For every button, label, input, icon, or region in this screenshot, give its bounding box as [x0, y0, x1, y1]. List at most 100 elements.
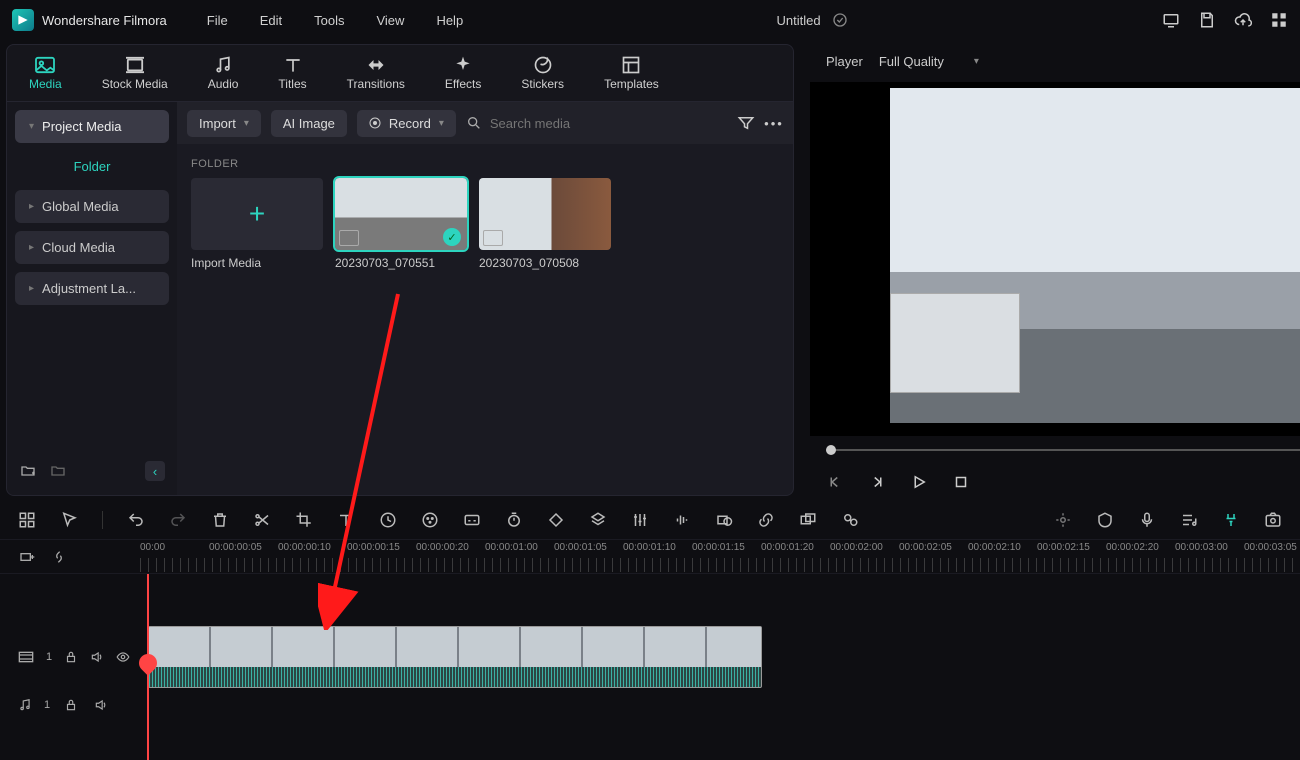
chevron-down-icon: ▾ — [439, 118, 444, 129]
audio-adjust-icon[interactable] — [673, 511, 691, 529]
text-icon[interactable] — [337, 511, 355, 529]
tab-stock-media[interactable]: Stock Media — [92, 53, 178, 93]
doc-status-icon[interactable] — [831, 11, 849, 29]
folder-icon[interactable] — [49, 462, 67, 480]
new-folder-icon[interactable] — [19, 462, 37, 480]
group-icon[interactable] — [799, 511, 817, 529]
separator — [102, 511, 103, 529]
media-thumb-1[interactable]: ✓ 20230703_070551 — [335, 178, 467, 270]
undo-icon[interactable] — [127, 511, 145, 529]
tab-transitions[interactable]: Transitions — [337, 53, 415, 93]
import-media-tile[interactable]: + Import Media — [191, 178, 323, 270]
keyframe-icon[interactable] — [547, 511, 565, 529]
ruler-tick-label: 00:00:02:05 — [899, 542, 968, 553]
layout-icon[interactable] — [18, 511, 36, 529]
bookmark-icon[interactable] — [1096, 511, 1114, 529]
adjust-icon[interactable] — [631, 511, 649, 529]
apps-grid-icon[interactable] — [1270, 11, 1288, 29]
caption-icon[interactable] — [463, 511, 481, 529]
sidebar-adjustment-layer[interactable]: ▸ Adjustment La... — [15, 272, 169, 305]
media-thumb-2[interactable]: 20230703_070508 — [479, 178, 611, 270]
menu-view[interactable]: View — [376, 13, 404, 28]
track-mute-icon[interactable] — [92, 696, 110, 714]
thumb-box[interactable]: ✓ — [335, 178, 467, 250]
thumb-box[interactable] — [479, 178, 611, 250]
menu-file[interactable]: File — [207, 13, 228, 28]
filter-icon[interactable] — [737, 114, 755, 132]
green-screen-icon[interactable] — [589, 511, 607, 529]
ai-image-button[interactable]: AI Image — [271, 110, 347, 137]
audio-track-body[interactable] — [140, 690, 1300, 720]
delete-icon[interactable] — [211, 511, 229, 529]
search-wrap — [466, 115, 727, 131]
track-visibility-icon[interactable] — [116, 648, 130, 666]
tab-titles[interactable]: Titles — [268, 53, 316, 93]
track-add-icon[interactable] — [18, 548, 36, 566]
redo-icon[interactable] — [169, 511, 187, 529]
marker-icon[interactable] — [1054, 511, 1072, 529]
track-lock-icon[interactable] — [62, 696, 80, 714]
sidebar-global-media[interactable]: ▸ Global Media — [15, 190, 169, 223]
ai-tools-icon[interactable] — [841, 511, 859, 529]
link-icon[interactable] — [757, 511, 775, 529]
upload-cloud-icon[interactable] — [1234, 11, 1252, 29]
track-lock-icon[interactable] — [64, 648, 78, 666]
stop-button[interactable] — [952, 473, 970, 491]
ruler-tick-label: 00:00:01:10 — [623, 542, 692, 553]
chevron-right-icon: ▸ — [29, 201, 34, 212]
timeline-clip[interactable] — [148, 626, 762, 688]
app-logo-icon — [12, 9, 34, 31]
next-frame-button[interactable] — [868, 473, 886, 491]
music-list-icon[interactable] — [1180, 511, 1198, 529]
menubar: File Edit Tools View Help — [207, 13, 463, 28]
play-button[interactable] — [910, 473, 928, 491]
menu-edit[interactable]: Edit — [260, 13, 282, 28]
more-icon[interactable]: ••• — [765, 114, 783, 132]
color-icon[interactable] — [421, 511, 439, 529]
sidebar-folder[interactable]: Folder — [15, 151, 169, 182]
magnet-icon[interactable] — [50, 548, 68, 566]
scrub-head[interactable] — [826, 445, 836, 455]
import-dropdown[interactable]: Import ▾ — [187, 110, 261, 137]
timer-icon[interactable] — [505, 511, 523, 529]
collapse-sidebar-button[interactable]: ‹ — [145, 461, 165, 481]
sidebar-project-media[interactable]: ▾ Project Media — [15, 110, 169, 143]
playhead[interactable] — [147, 574, 149, 760]
clip-thumbnails — [149, 627, 761, 667]
prev-frame-button[interactable] — [826, 473, 844, 491]
menu-help[interactable]: Help — [436, 13, 463, 28]
snapshot-icon[interactable] — [1264, 511, 1282, 529]
render-icon[interactable] — [1222, 511, 1240, 529]
video-track-body[interactable] — [140, 624, 1300, 690]
import-box[interactable]: + — [191, 178, 323, 250]
mask-icon[interactable] — [715, 511, 733, 529]
document-title[interactable]: Untitled — [777, 13, 821, 28]
record-dropdown[interactable]: Record ▾ — [357, 110, 456, 137]
mic-icon[interactable] — [1138, 511, 1156, 529]
quality-dropdown[interactable]: Full Quality ▾ — [879, 54, 979, 69]
tab-audio[interactable]: Audio — [198, 53, 249, 93]
crop-icon[interactable] — [295, 511, 313, 529]
search-icon[interactable] — [466, 115, 482, 131]
timeline-ruler[interactable]: 00:0000:00:00:0500:00:00:1000:00:00:1500… — [140, 540, 1300, 574]
split-icon[interactable] — [253, 511, 271, 529]
workarea: ▾ Project Media Folder ▸ Global Media ▸ … — [6, 102, 794, 496]
tab-templates[interactable]: Templates — [594, 53, 669, 93]
tab-media[interactable]: Media — [19, 53, 72, 93]
preview-canvas[interactable] — [810, 82, 1300, 436]
ruler-tick-label: 00:00:00:05 — [209, 542, 278, 553]
screen-icon[interactable] — [1162, 11, 1180, 29]
menu-tools[interactable]: Tools — [314, 13, 344, 28]
sidebar-cloud-media[interactable]: ▸ Cloud Media — [15, 231, 169, 264]
chevron-right-icon: ▸ — [29, 242, 34, 253]
tab-stickers[interactable]: Stickers — [511, 53, 574, 93]
save-icon[interactable] — [1198, 11, 1216, 29]
audio-track-row: 1 — [0, 690, 1300, 720]
cursor-icon[interactable] — [60, 511, 78, 529]
tab-effects[interactable]: Effects — [435, 53, 491, 93]
speed-icon[interactable] — [379, 511, 397, 529]
player-scrubber[interactable] — [810, 440, 1300, 460]
search-input[interactable] — [490, 116, 640, 131]
track-mute-icon[interactable] — [90, 648, 104, 666]
video-type-icon — [483, 230, 503, 246]
